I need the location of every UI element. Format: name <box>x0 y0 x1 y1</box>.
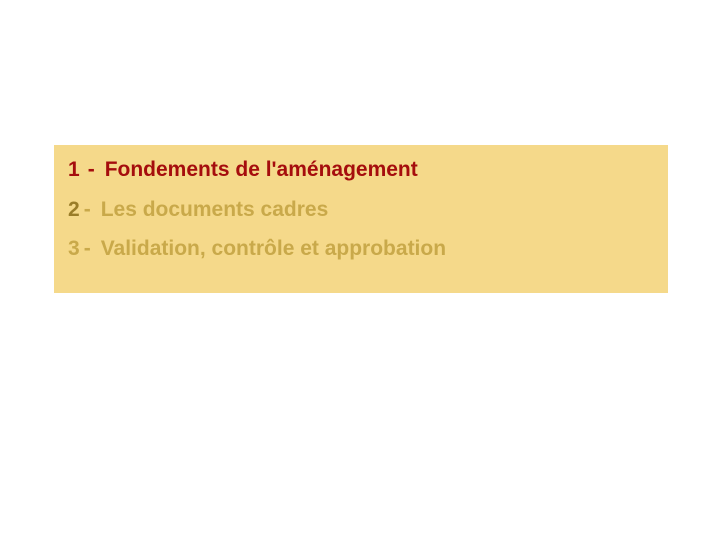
item-separator: - <box>84 194 91 226</box>
outline-panel: 1 - Fondements de l'aménagement 2 - Les … <box>54 145 668 293</box>
outline-item-3: 3 - Validation, contrôle et approbation <box>68 233 654 265</box>
item-separator: - <box>84 233 91 265</box>
item-label: Les documents cadres <box>101 194 329 226</box>
item-label: Fondements de l'aménagement <box>105 154 418 186</box>
outline-item-2: 2 - Les documents cadres <box>68 194 654 226</box>
outline-item-1: 1 - Fondements de l'aménagement <box>68 154 654 186</box>
item-number: 2 <box>68 194 80 226</box>
item-separator: - <box>88 154 95 186</box>
item-number: 3 <box>68 233 80 265</box>
item-label: Validation, contrôle et approbation <box>101 233 446 265</box>
outline-list: 1 - Fondements de l'aménagement 2 - Les … <box>68 154 654 265</box>
item-number: 1 <box>68 154 80 186</box>
